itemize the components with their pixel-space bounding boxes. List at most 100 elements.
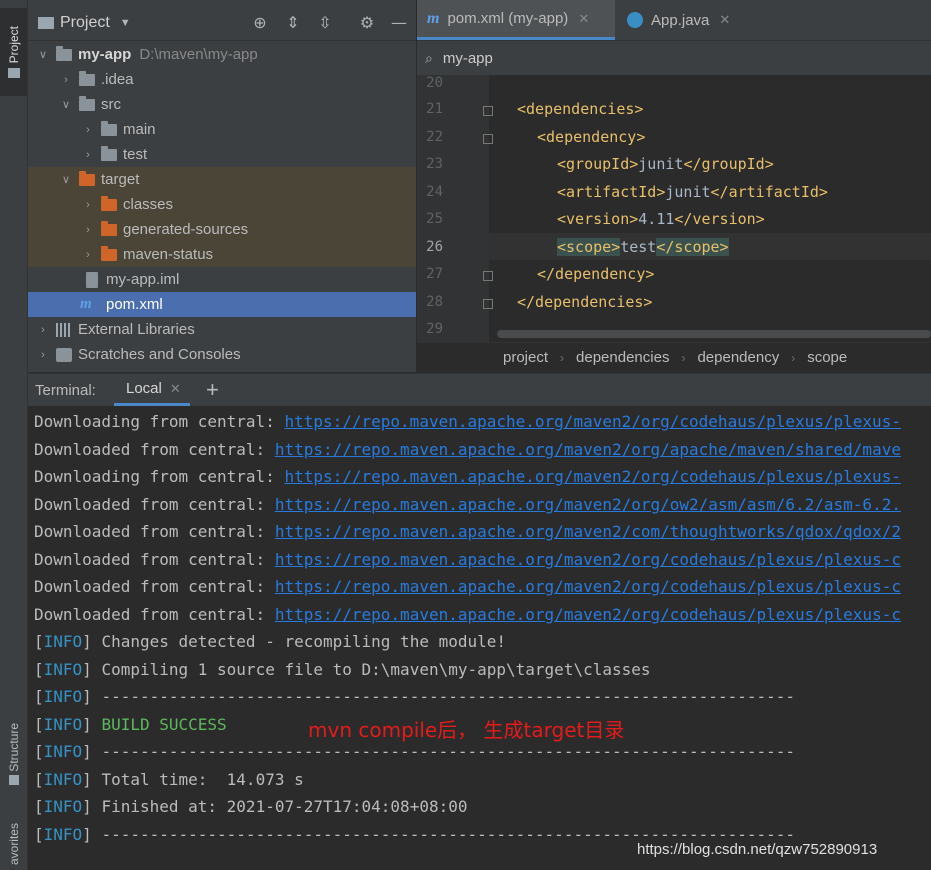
terminal-line: Downloaded from central: https://repo.ma… (34, 605, 901, 624)
project-view-selector[interactable]: Project ▼ (38, 14, 131, 32)
terminal-text: Downloaded from central: (34, 522, 275, 541)
folder-icon (79, 95, 95, 111)
info-tag: INFO (43, 797, 83, 816)
chevron-right-icon[interactable]: › (59, 73, 73, 87)
chevron-down-icon[interactable]: ∨ (59, 98, 73, 112)
code-line-26[interactable]: <scope>test</scope> (557, 238, 729, 256)
xml-value: junit (665, 183, 711, 201)
code-line-27[interactable]: </dependency> (537, 265, 654, 283)
terminal-link[interactable]: https://repo.maven.apache.org/maven2/org… (275, 605, 901, 624)
terminal-text: Downloading from central: (34, 412, 285, 431)
tree-item-label: src (101, 96, 121, 113)
close-icon[interactable]: ✕ (719, 12, 730, 28)
terminal-line: Downloaded from central: https://repo.ma… (34, 577, 901, 596)
terminal-link[interactable]: https://repo.maven.apache.org/maven2/org… (275, 440, 901, 459)
fold-marker-icon[interactable] (483, 106, 493, 116)
code-line-22[interactable]: <dependency> (537, 128, 645, 146)
gear-icon[interactable]: ⚙ (358, 14, 376, 32)
locate-icon[interactable]: ⊕ (251, 14, 269, 32)
tree-item-main[interactable]: › main (28, 117, 416, 142)
search-input[interactable]: my-app (443, 50, 493, 67)
terminal-info-line: [INFO] BUILD SUCCESS (34, 715, 227, 734)
excluded-folder-icon (79, 170, 95, 186)
tree-item-generated-sources[interactable]: › generated-sources (28, 217, 416, 242)
chevron-right-icon[interactable]: › (81, 248, 95, 262)
terminal-link[interactable]: https://repo.maven.apache.org/maven2/org… (284, 467, 901, 486)
terminal-tab-label: Local (126, 380, 162, 397)
editor-panel: m pom.xml (my-app) ✕ App.java ✕ ⌕ my-app… (417, 0, 931, 372)
xml-tag: </version> (674, 210, 765, 228)
chevron-right-icon: › (791, 350, 796, 365)
fold-marker-icon[interactable] (483, 134, 493, 144)
chevron-right-icon[interactable]: › (36, 323, 50, 337)
terminal-tab-local[interactable]: Local ✕ (114, 374, 190, 406)
hide-icon[interactable]: — (390, 14, 408, 32)
terminal-link[interactable]: https://repo.maven.apache.org/maven2/org… (275, 577, 901, 596)
code-line-25[interactable]: <version>4.11</version> (557, 210, 765, 228)
tree-item-target[interactable]: ∨ target (28, 167, 416, 192)
horizontal-scrollbar[interactable] (497, 330, 931, 338)
terminal-title: Terminal: (35, 382, 96, 399)
xml-tag: <dependencies> (517, 100, 644, 118)
terminal-link[interactable]: https://repo.maven.apache.org/maven2/org… (284, 412, 901, 431)
fold-marker-icon[interactable] (483, 271, 493, 281)
tree-item-label: my-app.iml (106, 271, 180, 288)
tab-pom-xml[interactable]: m pom.xml (my-app) ✕ (417, 0, 615, 40)
project-panel: Project ▼ ⊕ ⇕ ⇳ ⚙ — ∨ my-app D:\maven\my… (28, 0, 416, 372)
chevron-right-icon: › (681, 350, 686, 365)
breadcrumb-item[interactable]: dependencies (576, 349, 669, 366)
project-panel-header: Project ▼ ⊕ ⇕ ⇳ ⚙ — (28, 0, 416, 41)
add-terminal-button[interactable]: + (206, 377, 219, 403)
code-line-23[interactable]: <groupId>junit</groupId> (557, 155, 774, 173)
tree-item-external-libraries[interactable]: › External Libraries (28, 317, 416, 342)
chevron-down-icon[interactable]: ∨ (59, 173, 73, 187)
tab-app-java[interactable]: App.java ✕ (622, 0, 730, 40)
search-bar[interactable]: ⌕ my-app (417, 41, 931, 75)
chevron-down-icon: ▼ (119, 17, 131, 29)
chevron-right-icon[interactable]: › (81, 148, 95, 162)
terminal-info-line: [INFO] ---------------------------------… (34, 687, 795, 706)
chevron-down-icon[interactable]: ∨ (36, 48, 50, 62)
code-line-21[interactable]: <dependencies> (517, 100, 643, 118)
tree-item-test[interactable]: › test (28, 142, 416, 167)
tree-item-idea[interactable]: › .idea (28, 67, 416, 92)
tree-item-my-app-iml[interactable]: my-app.iml (28, 267, 416, 292)
code-line-28[interactable]: </dependencies> (517, 293, 652, 311)
tree-item-maven-status[interactable]: › maven-status (28, 242, 416, 267)
terminal-link[interactable]: https://repo.maven.apache.org/maven2/org… (275, 550, 901, 569)
breadcrumb-item[interactable]: project (503, 349, 548, 366)
breadcrumb-item[interactable]: scope (807, 349, 847, 366)
xml-tag: </groupId> (683, 155, 774, 173)
tree-item-classes[interactable]: › classes (28, 192, 416, 217)
terminal-text: Compiling 1 source file to D:\maven\my-a… (101, 660, 651, 679)
chevron-right-icon[interactable]: › (36, 348, 50, 362)
chevron-right-icon[interactable]: › (81, 198, 95, 212)
fold-marker-icon[interactable] (483, 299, 493, 309)
chevron-right-icon[interactable]: › (81, 123, 95, 137)
tree-item-src[interactable]: ∨ src (28, 92, 416, 117)
tree-item-label: maven-status (123, 246, 214, 263)
terminal-link[interactable]: https://repo.maven.apache.org/maven2/com… (275, 522, 901, 541)
tree-item-pom-xml[interactable]: m pom.xml (28, 292, 416, 317)
breadcrumb: project › dependencies › dependency › sc… (417, 342, 931, 372)
project-tool-tab[interactable]: Project (0, 8, 27, 96)
tree-item-scratches[interactable]: › Scratches and Consoles (28, 342, 416, 367)
terminal-output[interactable]: Downloading from central: https://repo.m… (28, 406, 931, 870)
search-icon: ⌕ (425, 49, 433, 66)
line-number: 25 (426, 211, 443, 227)
favorites-tool-tab[interactable]: avorites (0, 818, 27, 870)
tree-item-label: classes (123, 196, 174, 213)
xml-tag: <groupId> (557, 155, 639, 173)
structure-tool-tab[interactable]: Structure (0, 712, 27, 796)
collapse-all-icon[interactable]: ⇳ (316, 14, 334, 32)
breadcrumb-item[interactable]: dependency (697, 349, 779, 366)
expand-all-icon[interactable]: ⇕ (284, 14, 302, 32)
terminal-line: Downloaded from central: https://repo.ma… (34, 495, 901, 514)
code-line-24[interactable]: <artifactId>junit</artifactId> (557, 183, 828, 201)
terminal-link[interactable]: https://repo.maven.apache.org/maven2/org… (275, 495, 901, 514)
tab-label: pom.xml (my-app) (447, 10, 569, 27)
close-icon[interactable]: ✕ (578, 11, 589, 27)
chevron-right-icon[interactable]: › (81, 223, 95, 237)
close-icon[interactable]: ✕ (170, 381, 181, 397)
tree-item-my-app[interactable]: ∨ my-app D:\maven\my-app (28, 42, 416, 67)
